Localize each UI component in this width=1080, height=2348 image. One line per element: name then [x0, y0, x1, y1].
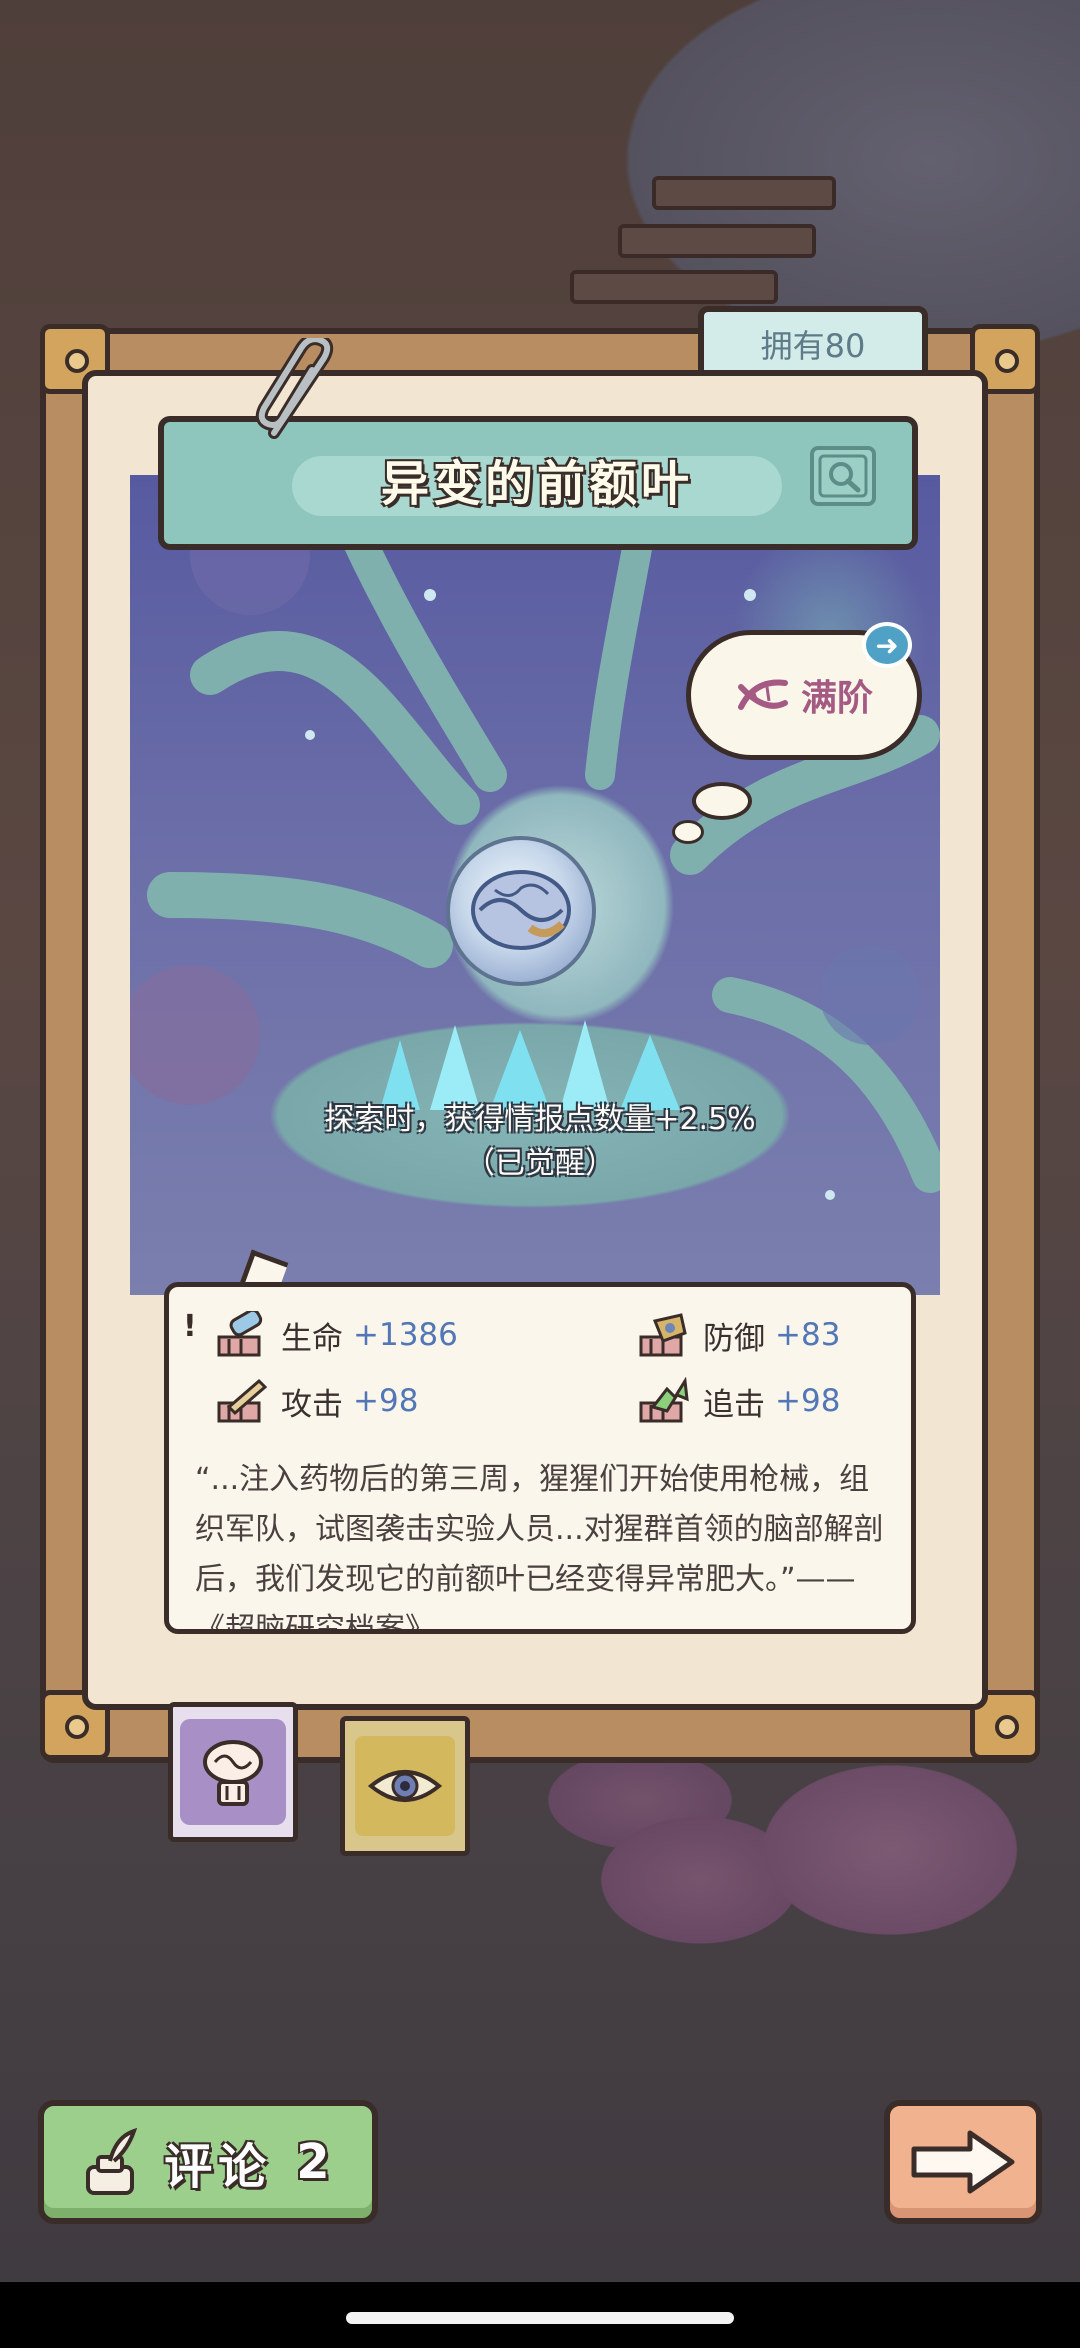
health-potion-icon	[217, 1311, 263, 1357]
magnifier-icon	[818, 454, 868, 498]
stat-value: +98	[353, 1383, 419, 1419]
stat-attack: 攻击 +98	[215, 1377, 418, 1425]
stat-pursuit: 追击 +98	[637, 1377, 840, 1425]
attack-sword-icon	[217, 1378, 268, 1423]
card-title: 异变的前额叶	[380, 456, 693, 512]
paperclip-icon	[255, 338, 334, 439]
brain-tab-icon-bg	[180, 1719, 286, 1825]
stat-value: +98	[775, 1383, 841, 1419]
eye-icon	[367, 1770, 443, 1802]
comment-button[interactable]: 评论 2	[38, 2100, 378, 2224]
eye-tab[interactable]	[340, 1716, 470, 1856]
quill-ink-icon	[86, 2127, 138, 2195]
background-stair	[652, 176, 836, 210]
info-exclaim: !	[183, 1309, 197, 1344]
pursuit-arrow-icon	[639, 1377, 689, 1423]
thought-bubble-tail	[692, 782, 752, 820]
stat-health: 生命 +1386	[215, 1311, 458, 1359]
stat-name: 防御	[703, 1320, 765, 1357]
stat-value: +83	[775, 1317, 841, 1353]
eye-tab-icon-bg	[355, 1736, 455, 1836]
stat-defense: 防御 +83	[637, 1311, 840, 1359]
right-arrow-icon	[911, 2130, 1015, 2194]
owned-count-label: 拥有80	[760, 327, 866, 365]
stat-name: 追击	[703, 1386, 765, 1423]
dna-icon	[737, 679, 788, 710]
lore-text[interactable]: “...注入药物后的第三周，猩猩们开始使用枪械，组织军队，试图袭击实验人员...…	[195, 1455, 895, 1629]
background-stair	[570, 270, 778, 304]
next-button[interactable]	[884, 2100, 1042, 2224]
stat-value: +1386	[353, 1317, 458, 1353]
blue-flame-effect	[380, 1020, 680, 1110]
zoom-view-button[interactable]	[810, 446, 876, 506]
brain-tab[interactable]	[168, 1702, 298, 1842]
defense-shield-icon	[639, 1313, 687, 1357]
home-indicator[interactable]	[346, 2312, 734, 2324]
thought-bubble-tail	[672, 820, 704, 844]
comment-count: 2	[296, 2134, 336, 2190]
background-stair	[618, 224, 816, 258]
upgrade-arrow-icon[interactable]: ➜	[862, 622, 912, 668]
awaken-state-line: （已觉醒）	[465, 1146, 615, 1181]
brain-icon	[203, 1740, 263, 1806]
brain-icon	[471, 870, 571, 950]
comment-label: 评论	[164, 2139, 273, 2195]
stat-name: 攻击	[281, 1386, 343, 1423]
awaken-effect-text: 探索时，获得情报点数量+2.5% （已觉醒）	[200, 1098, 880, 1186]
stats-panel: ! 生命 +1386 防御 +83 攻击 +98 追击 +98 “...注入药物…	[164, 1282, 916, 1634]
brain-orb	[446, 836, 596, 986]
awaken-effect-line: 探索时，获得情报点数量+2.5%	[324, 1102, 756, 1137]
max-level-label: 满阶	[800, 678, 873, 719]
stat-name: 生命	[281, 1320, 343, 1357]
